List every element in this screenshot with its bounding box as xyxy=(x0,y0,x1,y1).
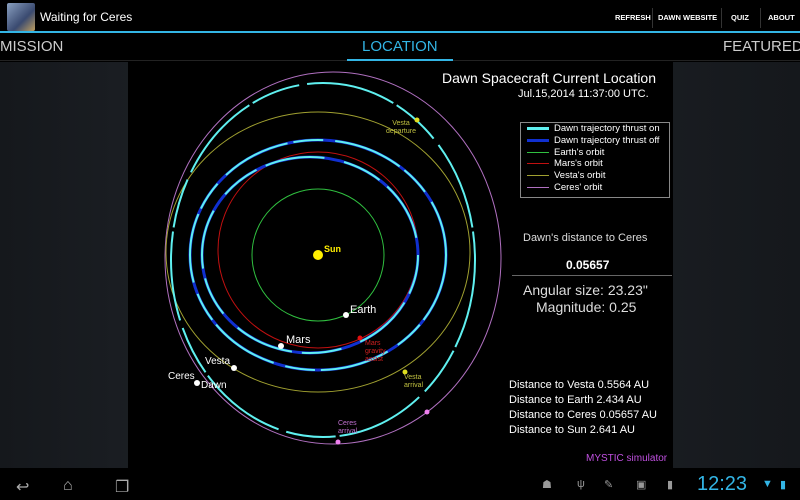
about-button[interactable]: ABOUT xyxy=(768,13,795,22)
refresh-button[interactable]: REFRESH xyxy=(615,13,651,22)
ceres-arrival-label: Ceres arrival xyxy=(338,420,358,435)
legend-item: Dawn trajectory thrust on xyxy=(521,123,669,135)
legend-swatch xyxy=(527,151,549,153)
legend: Dawn trajectory thrust on Dawn trajectory… xyxy=(520,122,670,198)
legend-item: Ceres' orbit xyxy=(521,181,669,193)
legend-swatch xyxy=(527,163,549,165)
trajectory-thrust-off xyxy=(200,155,420,355)
distance-list: Distance to Vesta 0.5564 AU Distance to … xyxy=(509,378,657,438)
distance-label: Dawn's distance to Ceres xyxy=(523,232,648,244)
app-logo-icon[interactable] xyxy=(7,3,35,31)
recent-apps-button-icon[interactable]: ❐ xyxy=(115,477,129,497)
mars-assist-label: Mars gravity assist xyxy=(365,340,386,363)
view-title: Dawn Spacecraft Current Location xyxy=(442,70,656,86)
vesta-label: Vesta xyxy=(205,356,231,367)
legend-item: Earth's orbit xyxy=(521,146,669,158)
legend-swatch xyxy=(527,186,549,188)
legend-item: Mars's orbit xyxy=(521,158,669,170)
mars-assist-marker xyxy=(357,335,363,341)
action-bar: Waiting for Ceres REFRESH DAWN WEBSITE Q… xyxy=(0,0,800,33)
vesta-arrival-label: Vesta arrival xyxy=(404,374,424,389)
sun-label: Sun xyxy=(324,244,341,254)
divider xyxy=(652,8,653,28)
legend-label: Earth's orbit xyxy=(554,146,605,158)
quiz-button[interactable]: QUIZ xyxy=(731,13,749,22)
legend-swatch xyxy=(527,127,549,131)
distance-vesta: Distance to Vesta 0.5564 AU xyxy=(509,379,650,391)
mars-label: Mars xyxy=(286,334,311,346)
timestamp: Jul.15,2014 11:37:00 UTC. xyxy=(518,88,649,100)
back-button-icon[interactable]: ↩ xyxy=(16,477,29,497)
ceres-label: Ceres xyxy=(168,371,195,382)
distance-sun: Distance to Sun 2.641 AU xyxy=(509,424,635,436)
ceres-arrival-marker xyxy=(335,439,341,445)
mars-marker xyxy=(278,343,284,349)
divider xyxy=(721,8,722,28)
distance-ceres: Distance to Ceres 0.05657 AU xyxy=(509,409,657,421)
home-button-icon[interactable]: ⌂ xyxy=(63,477,73,495)
angular-size: Angular size: 23.23" xyxy=(523,282,648,298)
tab-indicator xyxy=(347,59,453,61)
legend-label: Vesta's orbit xyxy=(554,170,606,182)
divider xyxy=(760,8,761,28)
vesta-marker xyxy=(231,365,237,371)
distance-earth: Distance to Earth 2.434 AU xyxy=(509,394,642,406)
wifi-icon: ▼ xyxy=(762,478,773,490)
legend-label: Dawn trajectory thrust off xyxy=(554,135,660,147)
system-nav-bar: ↩ ⌂ ❐ ☗ ψ ✎ ▣ ▮ 12:23 ▼ ▮ xyxy=(0,468,800,500)
legend-label: Mars's orbit xyxy=(554,158,603,170)
clock: 12:23 xyxy=(697,473,748,495)
legend-swatch xyxy=(527,175,549,177)
legend-item: Vesta's orbit xyxy=(521,170,669,182)
pen-icon: ✎ xyxy=(604,479,614,491)
dawn-label: Dawn xyxy=(201,380,227,391)
android-debug-icon: ☗ xyxy=(542,479,552,491)
tab-bar: MISSION LOCATION FEATURED xyxy=(0,35,800,61)
ceres-marker xyxy=(424,409,430,415)
legend-label: Dawn trajectory thrust on xyxy=(554,123,660,135)
sun-icon xyxy=(313,250,323,260)
vesta-departure-label: Vesta departure xyxy=(386,120,416,135)
legend-item: Dawn trajectory thrust off xyxy=(521,135,669,147)
tab-location[interactable]: LOCATION xyxy=(362,38,438,55)
app-title: Waiting for Ceres xyxy=(40,10,133,24)
legend-swatch xyxy=(527,139,549,143)
earth-label: Earth xyxy=(350,304,377,316)
usb-icon: ψ xyxy=(577,478,585,490)
magnitude: Magnitude: 0.25 xyxy=(536,299,637,315)
battery-icon: ▮ xyxy=(780,479,787,491)
tab-featured[interactable]: FEATURED xyxy=(723,38,800,55)
simulator-credit: MYSTIC simulator xyxy=(586,453,668,464)
legend-label: Ceres' orbit xyxy=(554,181,603,193)
dawn-website-button[interactable]: DAWN WEBSITE xyxy=(658,13,717,22)
distance-value: 0.05657 xyxy=(566,258,610,272)
tab-mission[interactable]: MISSION xyxy=(0,38,63,55)
earth-marker xyxy=(343,312,349,318)
orbit-view: Dawn Spacecraft Current Location Jul.15,… xyxy=(128,62,673,468)
sd-card-icon: ▮ xyxy=(667,479,674,491)
play-store-icon: ▣ xyxy=(636,479,647,491)
ceres-dawn-marker xyxy=(194,380,200,386)
